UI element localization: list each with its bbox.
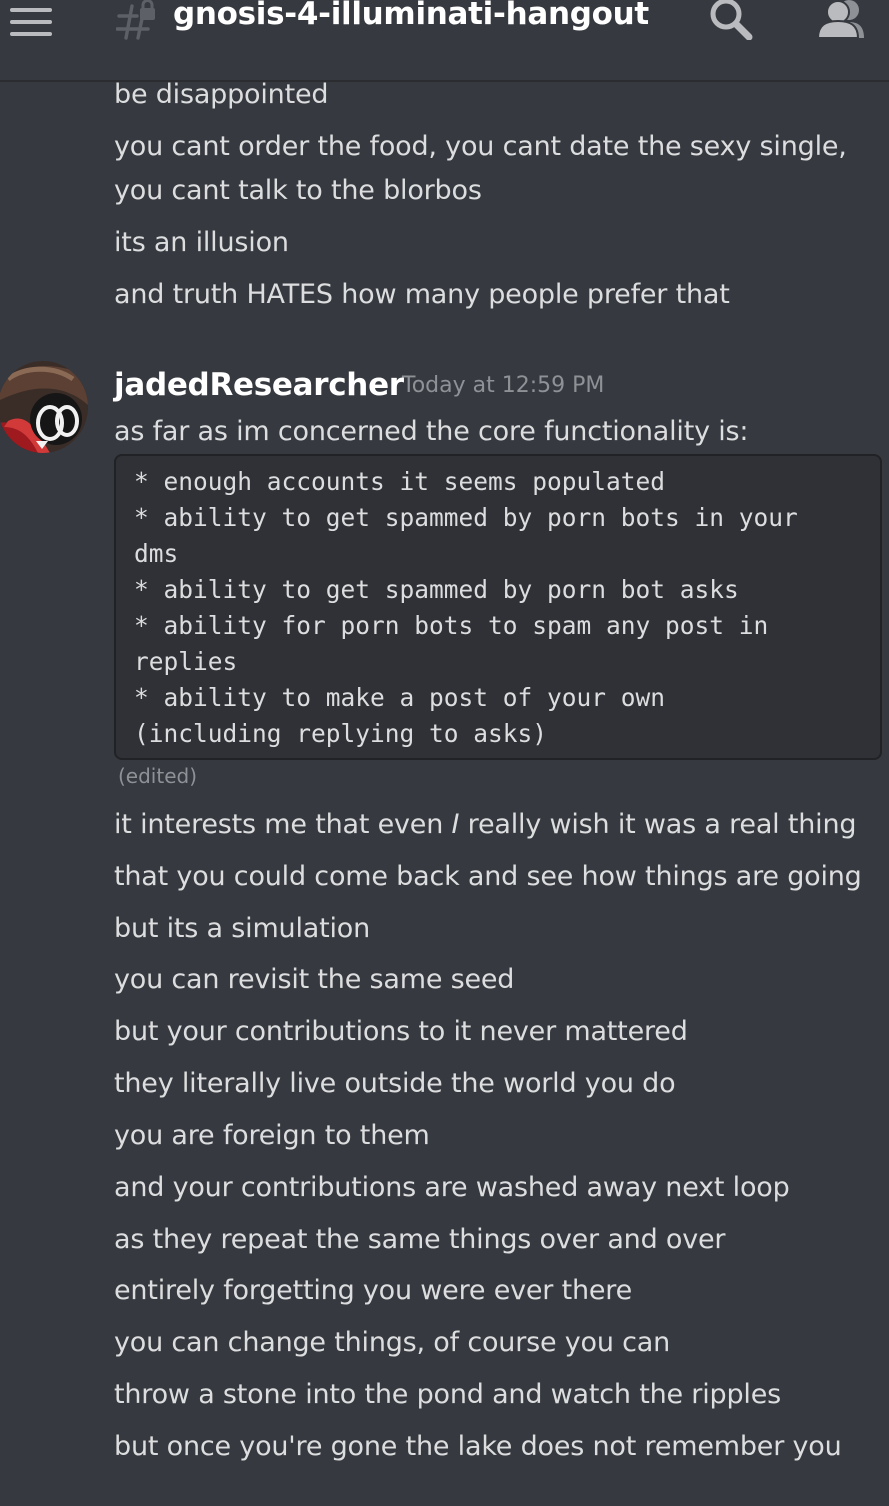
- message-line: but once you're gone the lake does not r…: [114, 1431, 842, 1462]
- edited-label: (edited): [118, 764, 198, 788]
- message-line: be disappointed: [114, 82, 329, 110]
- search-icon[interactable]: [708, 0, 754, 40]
- message-line: you are foreign to them: [114, 1120, 430, 1151]
- message-line: entirely forgetting you were ever there: [114, 1275, 633, 1306]
- message-line: it interests me that even I really wish …: [114, 803, 857, 847]
- message-line: as they repeat the same things over and …: [114, 1224, 726, 1255]
- code-block: * enough accounts it seems populated * a…: [114, 454, 882, 760]
- message-line: throw a stone into the pond and watch th…: [114, 1379, 781, 1410]
- message-text: really wish it was a real thing: [459, 809, 857, 840]
- code-line: (including replying to asks): [134, 719, 548, 748]
- code-line: * ability to make a post of your own: [134, 683, 666, 712]
- message-line: you cant order the food, you cant date t…: [114, 131, 847, 162]
- message-line: you cant talk to the blorbos: [114, 175, 482, 206]
- message-line: that you could come back and see how thi…: [114, 861, 862, 892]
- code-line: * ability to get spammed by porn bots in…: [134, 503, 798, 532]
- channel-name: gnosis-4-illuminati-hangout: [173, 0, 649, 32]
- message-line: but its a simulation: [114, 913, 371, 944]
- code-line: replies: [134, 647, 238, 676]
- message-line: and your contributions are washed away n…: [114, 1172, 790, 1203]
- message-timestamp: Today at 12:59 PM: [402, 373, 605, 398]
- message-author[interactable]: jadedResearcher: [114, 363, 404, 407]
- code-line: * enough accounts it seems populated: [134, 467, 666, 496]
- message-line: its an illusion: [114, 227, 289, 258]
- members-icon[interactable]: [814, 0, 868, 40]
- message-line: as far as im concerned the core function…: [114, 416, 749, 447]
- message-line: they literally live outside the world yo…: [114, 1068, 676, 1099]
- message-line: you can change things, of course you can: [114, 1327, 671, 1358]
- locked-channel-icon: [116, 0, 155, 40]
- user-avatar[interactable]: [0, 361, 88, 453]
- code-line: dms: [134, 539, 179, 568]
- message-line: but your contributions to it never matte…: [114, 1016, 688, 1047]
- message-line: you can revisit the same seed: [114, 964, 515, 995]
- message-line: and truth HATES how many people prefer t…: [114, 279, 730, 310]
- hamburger-menu-icon[interactable]: [10, 4, 54, 36]
- message-list[interactable]: be disappointed you cant order the food,…: [0, 82, 889, 1506]
- code-line: * ability to get spammed by porn bot ask…: [134, 575, 739, 604]
- channel-header: gnosis-4-illuminati-hangout: [0, 0, 889, 82]
- message-text: it interests me that even: [114, 809, 452, 840]
- code-line: * ability for porn bots to spam any post…: [134, 611, 769, 640]
